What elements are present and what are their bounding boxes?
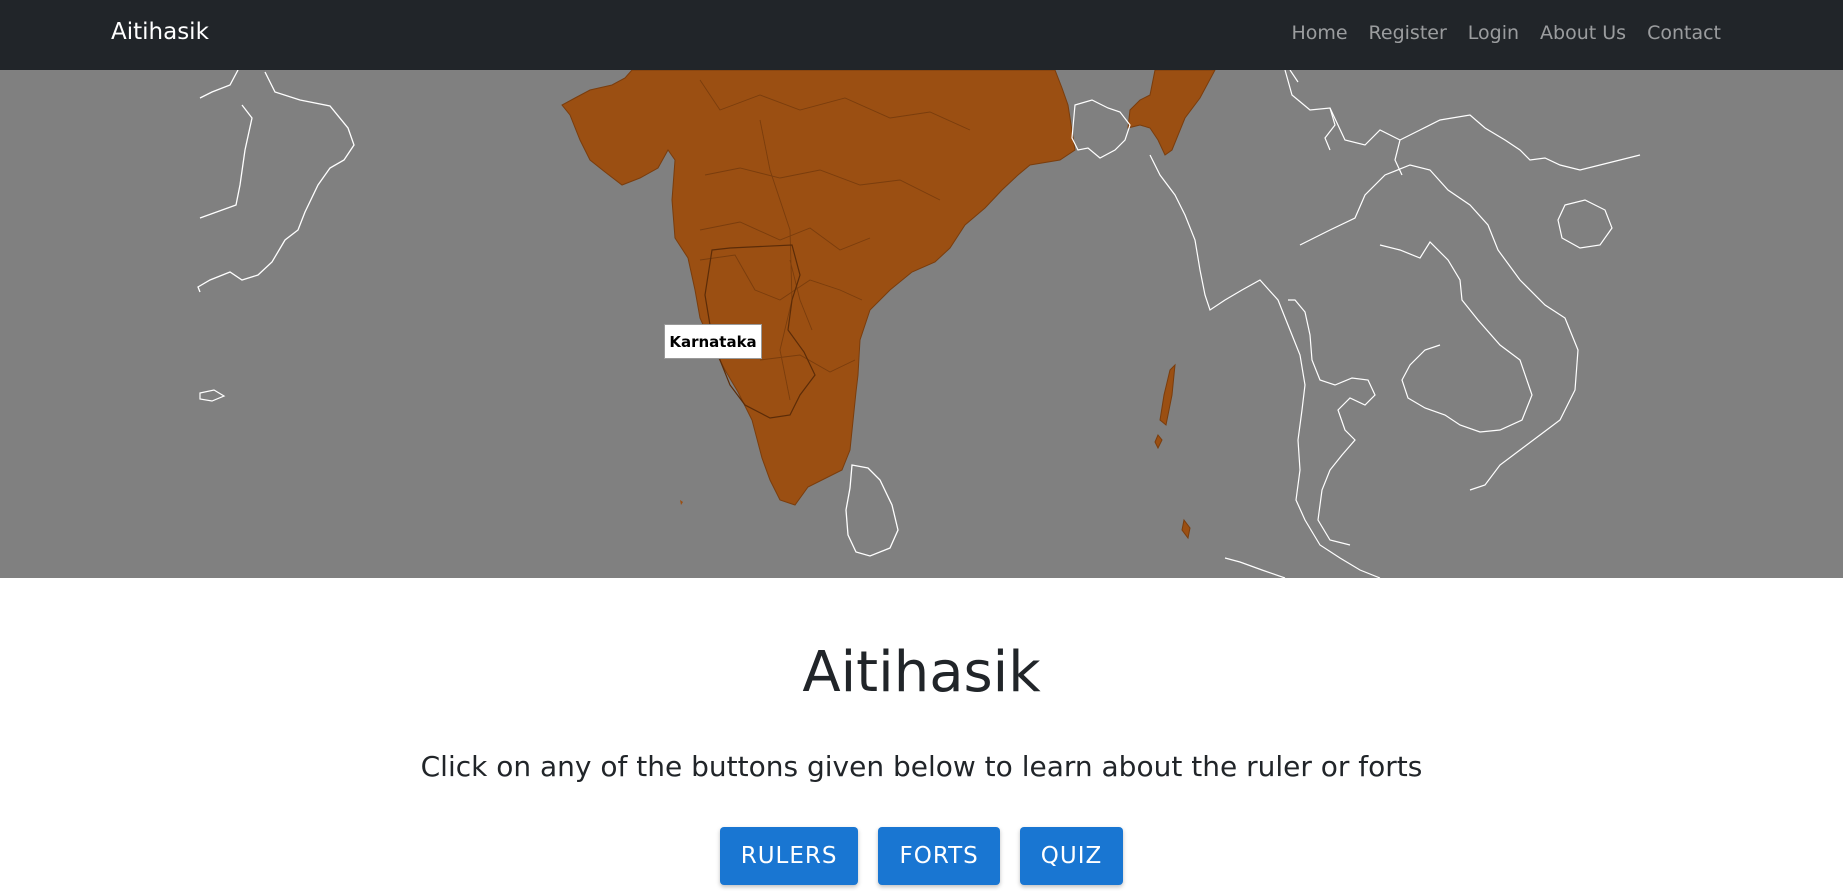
- forts-button[interactable]: FORTS: [878, 827, 1000, 885]
- map-tooltip: Karnataka: [664, 324, 762, 359]
- brand-link[interactable]: Aitihasik: [111, 19, 209, 45]
- nav-links: Home Register Login About Us Contact: [1291, 22, 1721, 44]
- map-region-laos-vietnam: [1379, 241, 1533, 433]
- map-island-socotra: [199, 389, 226, 402]
- india-map[interactable]: Karnataka: [0, 70, 1843, 578]
- map-region-andaman: [1154, 363, 1191, 540]
- button-group: RULERS FORTS QUIZ: [0, 827, 1843, 885]
- nav-link-login[interactable]: Login: [1468, 22, 1519, 44]
- page-title: Aitihasik: [802, 640, 1041, 705]
- map-region-myanmar: [1149, 154, 1381, 578]
- map-region-china-coast: [1284, 70, 1641, 171]
- map-region-sri-lanka: [845, 464, 899, 557]
- nav-link-home[interactable]: Home: [1291, 22, 1347, 44]
- map-region-thailand-coast: [1288, 299, 1376, 546]
- map-svg: [197, 70, 1641, 578]
- map-island-hainan: [1557, 199, 1613, 249]
- quiz-button[interactable]: QUIZ: [1019, 827, 1124, 885]
- main-content: Aitihasik Click on any of the buttons gi…: [0, 578, 1843, 891]
- map-region-bangladesh: [1071, 99, 1131, 159]
- map-island-maldives: [680, 500, 683, 505]
- map-region-india[interactable]: [561, 70, 1076, 506]
- page-subtitle: Click on any of the buttons given below …: [420, 750, 1423, 783]
- map-region-northeast-india[interactable]: [1127, 70, 1216, 156]
- map-region-oman-coast: [199, 104, 253, 219]
- nav-link-register[interactable]: Register: [1369, 22, 1447, 44]
- map-region-sumatra: [1224, 557, 1286, 578]
- nav-link-contact[interactable]: Contact: [1647, 22, 1721, 44]
- navbar: Aitihasik Home Register Login About Us C…: [0, 0, 1843, 70]
- map-region-oman: [197, 70, 355, 293]
- rulers-button[interactable]: RULERS: [719, 827, 859, 885]
- map-region-china-north: [1289, 70, 1403, 176]
- map-region-indochina: [1299, 164, 1579, 491]
- nav-link-about-us[interactable]: About Us: [1540, 22, 1626, 44]
